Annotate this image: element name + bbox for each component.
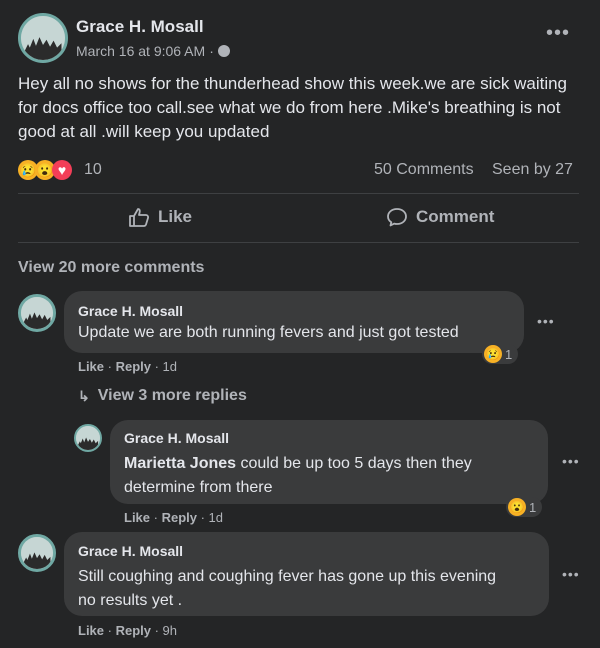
- seen-by[interactable]: Seen by 27: [492, 161, 573, 179]
- reply-avatar[interactable]: [74, 424, 102, 452]
- comment-avatar[interactable]: [18, 534, 56, 572]
- view-more-replies-link[interactable]: ↳ View 3 more replies: [78, 387, 247, 405]
- comment-author[interactable]: Grace H. Mosall: [78, 303, 183, 319]
- comment-time[interactable]: 9h: [163, 623, 177, 638]
- post-timestamp[interactable]: March 16 at 9:06 AM ·: [76, 43, 230, 59]
- post-reactions[interactable]: 😢 😮 ♥ 10: [18, 160, 102, 180]
- reply-reaction-count: 1: [529, 499, 537, 515]
- comment-button[interactable]: Comment: [386, 207, 494, 227]
- thumbs-up-icon: [129, 208, 150, 227]
- view-more-comments-link[interactable]: View 20 more comments: [18, 259, 204, 277]
- comment-reactions[interactable]: 😢 1: [482, 344, 519, 364]
- comment-reply-link[interactable]: Reply: [116, 359, 151, 374]
- reply-text: Marietta Jones could be up too 5 days th…: [124, 452, 534, 500]
- comment-avatar[interactable]: [18, 294, 56, 332]
- divider-bottom: [18, 242, 579, 243]
- comments-count[interactable]: 50 Comments: [374, 161, 474, 179]
- comment-icon: [387, 208, 407, 227]
- comment-actions: Like · Reply · 9h: [78, 623, 178, 638]
- view-more-replies-label: View 3 more replies: [97, 387, 247, 404]
- care-reaction-icon: ♥: [52, 160, 72, 180]
- like-button[interactable]: Like: [128, 207, 192, 227]
- wow-reaction-icon: 😮: [508, 498, 526, 516]
- comment-like-link[interactable]: Like: [78, 359, 104, 374]
- sad-reaction-icon: 😢: [484, 345, 502, 363]
- like-label: Like: [158, 207, 193, 226]
- reply-reactions[interactable]: 😮 1: [506, 497, 543, 517]
- divider-top: [18, 193, 579, 194]
- comment-options-icon[interactable]: •••: [562, 566, 580, 582]
- audience-icon: [217, 45, 230, 57]
- comment-label: Comment: [416, 207, 495, 226]
- reaction-count[interactable]: 10: [84, 161, 102, 179]
- post-author-name[interactable]: Grace H. Mosall: [76, 17, 204, 37]
- comment-bubble: [64, 291, 524, 353]
- reply-time[interactable]: 1d: [209, 510, 223, 525]
- comment-reply-link[interactable]: Reply: [116, 623, 151, 638]
- reply-author[interactable]: Grace H. Mosall: [124, 430, 229, 446]
- reply-options-icon[interactable]: •••: [562, 453, 580, 469]
- comment-time[interactable]: 1d: [163, 359, 177, 374]
- reply-actions: Like · Reply · 1d: [124, 510, 224, 525]
- comment-options-icon[interactable]: •••: [537, 313, 555, 329]
- comment-text: Update we are both running fevers and ju…: [78, 324, 459, 341]
- time-separator: ·: [209, 43, 214, 59]
- comment-like-link[interactable]: Like: [78, 623, 104, 638]
- post-text: Hey all no shows for the thunderhead sho…: [18, 74, 568, 141]
- reply-arrow-icon: ↳: [78, 387, 90, 404]
- reply-reply-link[interactable]: Reply: [162, 510, 197, 525]
- post-time[interactable]: March 16 at 9:06 AM: [76, 43, 205, 59]
- post-more-options-icon[interactable]: •••: [546, 22, 570, 45]
- mention-link[interactable]: Marietta Jones: [124, 455, 236, 472]
- comment-reaction-count: 1: [505, 346, 513, 362]
- post-author-avatar[interactable]: [18, 13, 68, 63]
- comment-text: Still coughing and coughing fever has go…: [78, 568, 497, 609]
- reply-like-link[interactable]: Like: [124, 510, 150, 525]
- comment-author[interactable]: Grace H. Mosall: [78, 543, 183, 559]
- comment-actions: Like · Reply · 1d: [78, 359, 178, 374]
